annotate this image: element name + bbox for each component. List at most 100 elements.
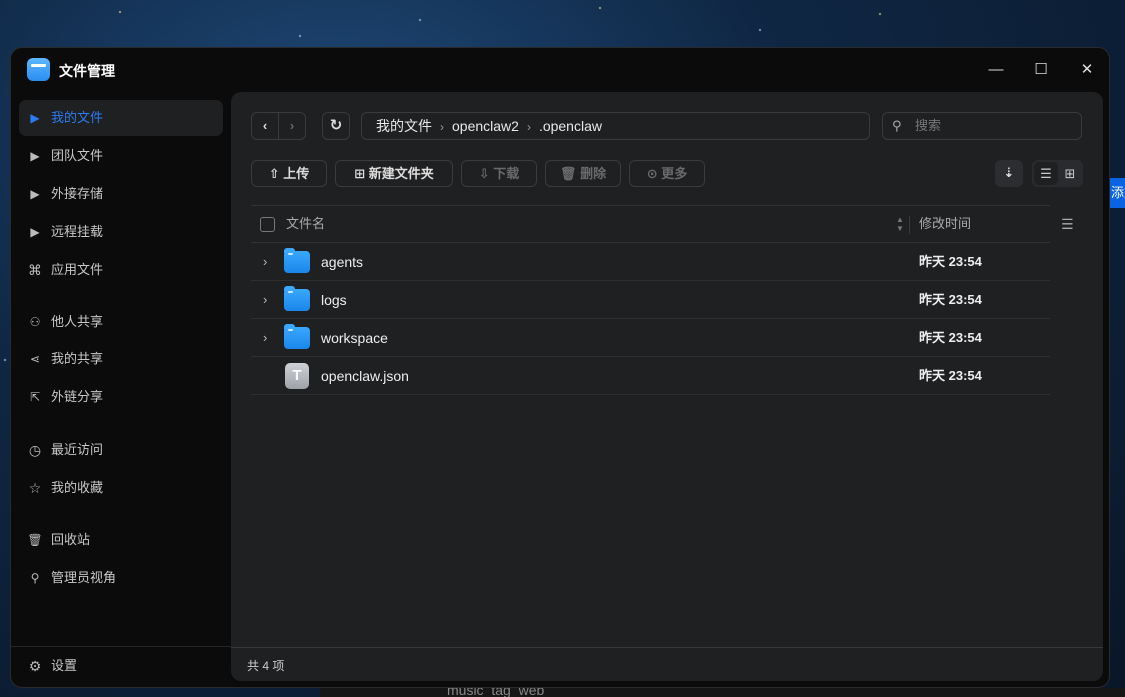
caret-right-icon: ▶ xyxy=(30,149,40,163)
breadcrumb-item[interactable]: 我的文件 xyxy=(376,118,432,134)
sidebar-item-settings[interactable]: ⚙ 设置 xyxy=(19,648,223,684)
sidebar-item-recycle-bin[interactable]: 🗑 回收站 xyxy=(19,522,223,558)
caret-right-icon: ▶ xyxy=(30,225,40,239)
download-label: 下载 xyxy=(493,166,520,181)
chevron-right-icon[interactable]: › xyxy=(263,281,267,319)
folder-icon xyxy=(284,324,310,349)
sidebar-item-recent[interactable]: ◷ 最近访问 xyxy=(19,432,223,468)
background-window: music_tag_web xyxy=(320,688,1125,697)
upload-icon: ⇧ xyxy=(268,166,280,181)
sort-toggle-icon[interactable]: ▲ ▼ xyxy=(896,215,904,233)
new-folder-button[interactable]: ⊞ 新建文件夹 xyxy=(335,160,453,187)
clock-icon: ◷ xyxy=(28,442,42,458)
back-button[interactable]: ‹ xyxy=(251,112,279,140)
table-row[interactable]: Topenclaw.json 昨天 23:54 xyxy=(251,357,1050,395)
sidebar-item-my-files[interactable]: ▶ 我的文件 xyxy=(19,100,223,136)
search-placeholder: 搜索 xyxy=(915,118,942,133)
column-settings-icon[interactable]: ☰ xyxy=(1061,216,1074,233)
sidebar-item-label: 最近访问 xyxy=(51,442,104,457)
maximize-button[interactable]: ☐ xyxy=(1023,58,1059,82)
more-icon: ⊙ xyxy=(646,166,658,181)
new-folder-label: 新建文件夹 xyxy=(368,166,434,181)
sidebar-item-label: 我的共享 xyxy=(51,351,104,366)
upload-button[interactable]: ⇧ 上传 xyxy=(251,160,327,187)
sidebar-item-admin-view[interactable]: ⚲ 管理员视角 xyxy=(19,560,223,596)
minimize-button[interactable]: — xyxy=(978,58,1014,82)
admin-icon: ⚲ xyxy=(30,571,40,585)
sidebar-item-label: 我的文件 xyxy=(51,110,104,125)
breadcrumb-item[interactable]: openclaw2 xyxy=(452,118,519,134)
sidebar-item-team-files[interactable]: ▶ 团队文件 xyxy=(19,138,223,174)
file-name: openclaw.json xyxy=(321,368,409,384)
search-input[interactable]: ⚲ 搜索 xyxy=(882,112,1082,140)
star-icon: ☆ xyxy=(28,480,42,496)
grid-view-button[interactable]: ⊞ xyxy=(1058,162,1082,185)
sidebar-item-label: 团队文件 xyxy=(51,148,104,163)
sidebar-item-my-shares[interactable]: ⋖ 我的共享 xyxy=(19,341,223,377)
sidebar-item-label: 远程挂载 xyxy=(51,224,104,239)
chevron-right-icon: › xyxy=(526,120,531,134)
more-button[interactable]: ⊙ 更多 xyxy=(629,160,705,187)
sidebar-item-app-files[interactable]: ⌘ 应用文件 xyxy=(19,252,223,288)
folder-icon xyxy=(284,248,310,273)
sidebar-item-shared-with-me[interactable]: ⚇ 他人共享 xyxy=(19,304,223,340)
sidebar-item-external-storage[interactable]: ▶ 外接存储 xyxy=(19,176,223,212)
apps-icon: ⌘ xyxy=(28,262,42,278)
item-count: 共 4 项 xyxy=(247,659,285,673)
close-button[interactable]: ✕ xyxy=(1069,58,1105,82)
sidebar-item-link-shares[interactable]: ⇱ 外链分享 xyxy=(19,379,223,415)
trash-icon: 🗑 xyxy=(27,533,43,547)
share-icon: ⋖ xyxy=(29,352,41,366)
list-view-button[interactable]: ☰ xyxy=(1034,162,1058,185)
sidebar-item-remote-mount[interactable]: ▶ 远程挂载 xyxy=(19,214,223,250)
delete-button[interactable]: 🗑 删除 xyxy=(545,160,621,187)
background-add-label: 添加 xyxy=(1111,185,1125,200)
download-button[interactable]: ⇩ 下载 xyxy=(461,160,537,187)
sidebar-item-label: 外链分享 xyxy=(51,389,104,404)
sidebar-item-label: 管理员视角 xyxy=(51,570,117,585)
forward-button[interactable]: › xyxy=(278,112,306,140)
view-toggle: ☰ ⊞ xyxy=(1032,160,1083,187)
sidebar-divider xyxy=(11,646,231,647)
footer-divider xyxy=(231,647,1103,648)
sort-icon: ⇣ xyxy=(1003,165,1015,180)
caret-right-icon: ▶ xyxy=(30,111,40,125)
main-panel: ‹ › ↻ 我的文件 › openclaw2 › .openclaw ⚲ 搜索 ⇧ 上传 … xyxy=(231,92,1103,681)
folder-app-icon xyxy=(27,58,50,81)
chevron-right-icon[interactable]: › xyxy=(263,243,267,281)
file-modified: 昨天 23:54 xyxy=(919,330,982,345)
delete-label: 删除 xyxy=(580,166,607,181)
sort-button[interactable]: ⇣ xyxy=(995,160,1023,187)
column-divider[interactable] xyxy=(909,216,910,234)
caret-right-icon: ▶ xyxy=(30,187,40,201)
table-row[interactable]: › logs 昨天 23:54 xyxy=(251,281,1050,319)
breadcrumb-item[interactable]: .openclaw xyxy=(539,118,602,134)
file-modified: 昨天 23:54 xyxy=(919,254,982,269)
more-label: 更多 xyxy=(661,166,688,181)
text-file-icon: T xyxy=(285,363,309,389)
sidebar-item-label: 外接存储 xyxy=(51,186,104,201)
sidebar-item-favorites[interactable]: ☆ 我的收藏 xyxy=(19,470,223,506)
chevron-right-icon[interactable]: › xyxy=(263,319,267,357)
file-modified: 昨天 23:54 xyxy=(919,368,982,383)
download-icon: ⇩ xyxy=(478,166,490,181)
table-row[interactable]: › agents 昨天 23:54 xyxy=(251,243,1050,281)
folder-icon xyxy=(284,286,310,311)
sidebar-item-label: 回收站 xyxy=(51,532,91,547)
background-item-label: music_tag_web xyxy=(447,688,545,697)
select-all-checkbox[interactable] xyxy=(260,217,275,232)
sidebar-item-label: 设置 xyxy=(51,658,78,673)
breadcrumb: 我的文件 › openclaw2 › .openclaw xyxy=(361,112,870,140)
refresh-button[interactable]: ↻ xyxy=(322,112,350,140)
window-title: 文件管理 xyxy=(59,63,115,79)
trash-icon: 🗑 xyxy=(559,166,577,181)
column-header-modified[interactable]: 修改时间 xyxy=(919,206,971,242)
column-header-name[interactable]: 文件名 xyxy=(286,206,325,242)
table-row[interactable]: › workspace 昨天 23:54 xyxy=(251,319,1050,357)
users-icon: ⚇ xyxy=(29,315,41,329)
title-bar[interactable]: 文件管理 — ☐ ✕ xyxy=(11,48,1109,92)
table-header: 文件名 ▲ ▼ 修改时间 xyxy=(251,205,1050,243)
background-add-button: 添加 xyxy=(1110,178,1125,208)
sidebar-item-label: 他人共享 xyxy=(51,314,104,329)
chevron-right-icon: › xyxy=(440,120,444,134)
